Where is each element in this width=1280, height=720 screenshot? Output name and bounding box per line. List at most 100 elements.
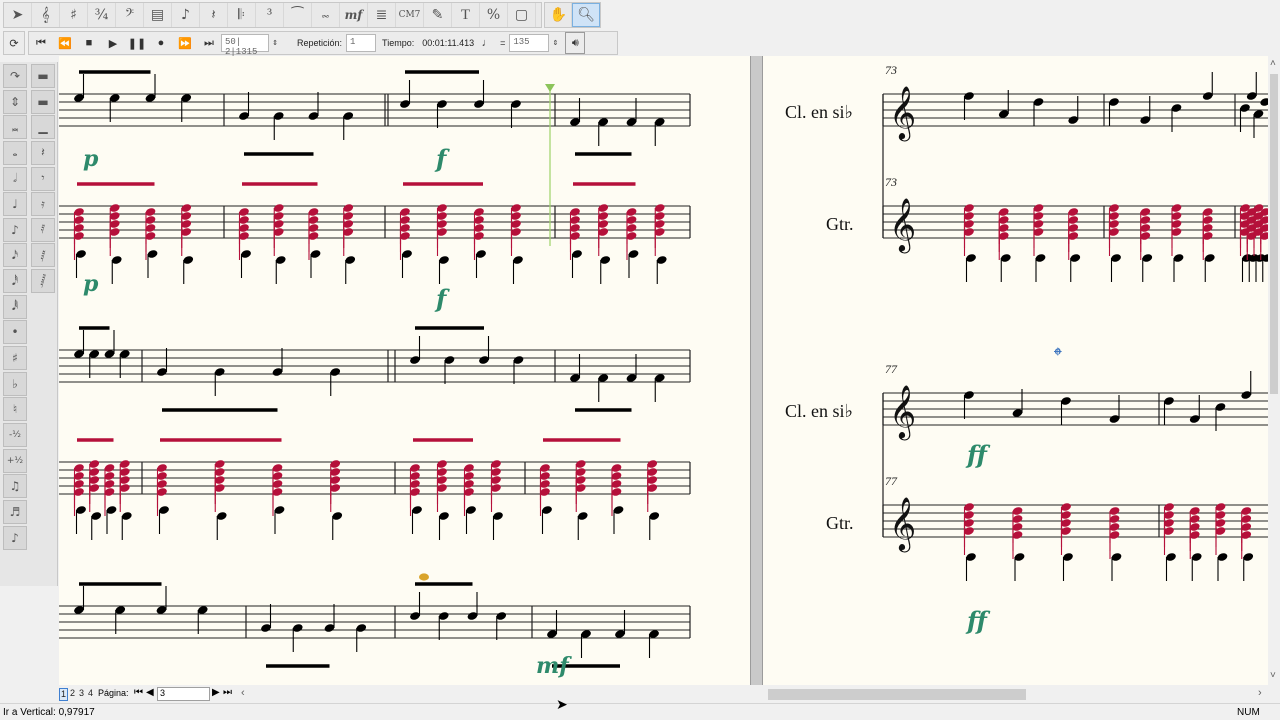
scroll-up-icon[interactable]: ˄ <box>1270 58 1276 69</box>
coda-mark[interactable]: 𝄌 <box>1054 344 1062 369</box>
dynamic-marking[interactable]: mf <box>536 653 569 679</box>
bass-clef-icon[interactable]: 𝄢 <box>116 3 144 27</box>
eighth-note-icon[interactable]: ♪ <box>3 217 27 242</box>
staff-name-clarinet[interactable]: Cl. en si♭ <box>785 401 853 422</box>
tempo-spin-icon[interactable]: ⇕ <box>549 32 561 54</box>
prev-page-icon[interactable]: ◀ <box>146 687 154 698</box>
tuplet-icon[interactable]: ³ <box>256 3 284 27</box>
thirty-second-note-icon[interactable]: 𝅘𝅥𝅰 <box>3 269 27 294</box>
sixteenth-note-icon[interactable]: 𝅘𝅥𝅯 <box>3 243 27 268</box>
scroll-right-icon[interactable]: › <box>1258 687 1262 699</box>
record-icon[interactable]: ● <box>149 32 173 54</box>
rest-line-icon[interactable]: ▁ <box>31 115 55 140</box>
percent-icon[interactable]: % <box>480 3 508 27</box>
dynamic-marking[interactable]: ff <box>967 606 987 635</box>
lyric-icon[interactable]: ≣ <box>368 3 396 27</box>
tempo-note-icon[interactable]: ♩ <box>478 32 496 54</box>
sixty-fourth-note-icon[interactable]: 𝅘𝅥𝅱 <box>3 294 27 319</box>
time-signature-icon[interactable]: ¾ <box>88 3 116 27</box>
staff-name-guitar[interactable]: Gtr. <box>826 513 854 534</box>
natural-icon[interactable]: ♮ <box>3 397 27 422</box>
status-bar: Ir a Vertical: 0,97917 ➤ NUM <box>0 696 1280 720</box>
bar-repeat-icon[interactable]: 𝄆 <box>228 3 256 27</box>
note-entry-icon[interactable]: ♪ <box>172 3 200 27</box>
quarter-note-icon[interactable]: ♩ <box>3 192 27 217</box>
sharp-icon[interactable]: ♯ <box>3 346 27 371</box>
dot-icon[interactable]: • <box>3 320 27 345</box>
staff-name-guitar[interactable]: Gtr. <box>826 214 854 235</box>
page-tab[interactable]: 3 <box>77 688 86 701</box>
last-page-icon[interactable]: ⏭ <box>223 687 232 698</box>
page-tab[interactable]: 2 <box>68 688 77 701</box>
rewind-icon[interactable]: ⏪ <box>53 32 77 54</box>
zoom-icon[interactable]: 🔍︎ <box>572 3 600 27</box>
dynamic-marking[interactable]: ff <box>967 440 987 469</box>
dynamic-marking[interactable]: f <box>436 144 446 173</box>
eighth-rest-icon[interactable]: 𝄾 <box>31 166 55 191</box>
half-rest-icon[interactable]: ▬ <box>31 89 55 114</box>
measure-icon[interactable]: ▤ <box>144 3 172 27</box>
vertical-scrollbar[interactable]: ˄ ˅ <box>1268 56 1280 685</box>
key-signature-icon[interactable]: ♯ <box>60 3 88 27</box>
hand-icon[interactable]: ✋ <box>545 3 573 27</box>
rest-icon[interactable]: 𝄽 <box>200 3 228 27</box>
page-tab[interactable]: 1 <box>59 688 68 701</box>
loop-icon: ⟳ <box>9 37 19 50</box>
forward-end-icon[interactable]: ⏭ <box>197 32 221 54</box>
note-head <box>1260 98 1268 106</box>
whole-rest-icon[interactable]: ▬ <box>31 64 55 88</box>
treble-clef-icon[interactable]: 𝄞 <box>32 3 60 27</box>
rewind-start-icon[interactable]: ⏮ <box>29 32 53 54</box>
page-label: Página: <box>98 688 129 698</box>
first-page-icon[interactable]: ⏮ <box>134 687 143 698</box>
repeat-select[interactable]: 1 <box>346 34 377 52</box>
voice-icon[interactable]: ⇕ <box>3 89 27 114</box>
flat-icon[interactable]: ♭ <box>3 371 27 396</box>
staff-style-icon[interactable]: ▢ <box>508 3 536 27</box>
vertical-scroll-thumb[interactable] <box>1270 74 1278 394</box>
score-view[interactable]: 𝄞 𝄞 𝄞 𝄞 p f p f mf 73 Cl. en si♭ 73 Gtr. 77… <box>59 56 1268 685</box>
quarter-rest-icon[interactable]: 𝄽 <box>31 140 55 165</box>
dynamics-tool[interactable]: mf <box>340 3 368 27</box>
dynamic-marking[interactable]: p <box>83 271 98 297</box>
next-page-icon[interactable]: ▶ <box>212 687 220 698</box>
chord-tool[interactable]: CM7 <box>396 3 424 27</box>
dynamic-marking[interactable]: p <box>83 146 98 172</box>
text-tool[interactable]: T <box>452 3 480 27</box>
speaker-icon[interactable]: 🔊︎ <box>565 32 586 54</box>
pause-icon[interactable]: ❚❚ <box>125 32 149 54</box>
sixteenth-rest-icon[interactable]: 𝄿 <box>31 192 55 217</box>
play-icon[interactable]: ▶ <box>101 32 125 54</box>
thirty-second-rest-icon[interactable]: 𝅀 <box>31 217 55 242</box>
beam-icon[interactable]: ♬ <box>3 499 27 524</box>
select-arrow-icon[interactable]: ➤ <box>4 3 32 27</box>
fast-forward-icon[interactable]: ⏩ <box>173 32 197 54</box>
grace-note-icon[interactable]: ♪ <box>3 525 27 550</box>
flip-icon[interactable]: ↷ <box>3 64 27 88</box>
tie-icon[interactable]: ♫ <box>3 474 27 499</box>
ornament-icon[interactable]: 𝆗 <box>312 3 340 27</box>
articulation-icon[interactable]: ✎ <box>424 3 452 27</box>
half-step-down-icon[interactable]: -½ <box>3 422 27 447</box>
half-step-up-icon[interactable]: +½ <box>3 448 27 473</box>
position-counter[interactable]: 50| 2|1315 <box>221 34 269 57</box>
horizontal-scroll-thumb[interactable] <box>768 689 1026 700</box>
score-canvas[interactable]: 𝄞 𝄞 𝄞 𝄞 <box>59 56 1268 685</box>
scroll-left-icon[interactable]: ‹ <box>241 687 245 699</box>
breve-icon[interactable]: 𝅜 <box>3 115 27 140</box>
whole-note-icon[interactable]: 𝅝 <box>3 140 27 165</box>
dynamic-marking[interactable]: f <box>436 284 446 313</box>
scroll-down-icon[interactable]: ˅ <box>1270 670 1276 681</box>
tempo-field[interactable]: 135 <box>509 34 550 52</box>
staff-name-clarinet[interactable]: Cl. en si♭ <box>785 102 853 123</box>
slur-icon[interactable]: ⁀ <box>284 3 312 27</box>
page-input[interactable]: 3 <box>157 687 210 701</box>
hundred-twenty-eighth-rest-icon[interactable]: 𝅂 <box>31 269 55 294</box>
page-tab[interactable]: 4 <box>86 688 95 701</box>
half-note-icon[interactable]: 𝅗𝅥 <box>3 166 27 191</box>
sixty-fourth-rest-icon[interactable]: 𝅁 <box>31 243 55 268</box>
loop-toggle[interactable]: ⟳ <box>3 31 25 55</box>
position-spin-icon[interactable]: ⇕ <box>269 32 281 54</box>
stop-icon[interactable]: ■ <box>77 32 101 54</box>
tempo-equals: = <box>500 38 506 48</box>
